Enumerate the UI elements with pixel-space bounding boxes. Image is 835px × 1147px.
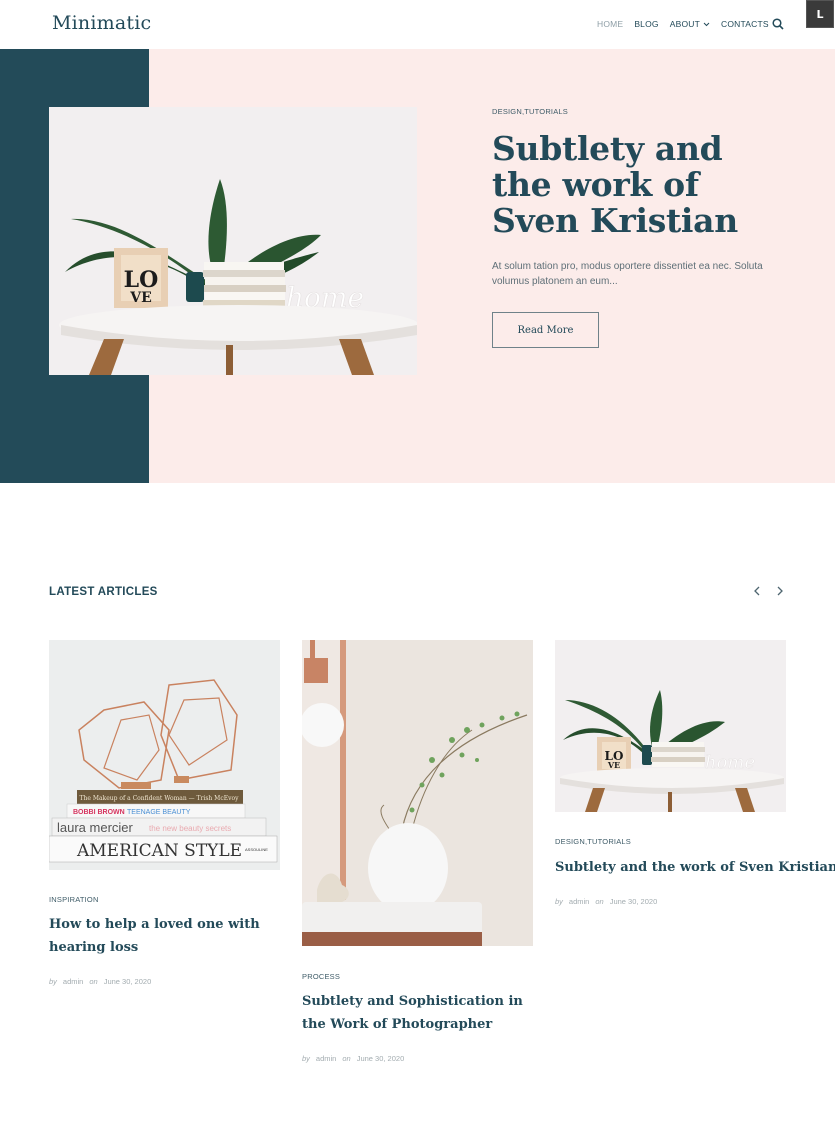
article-image[interactable]: LO VE home: [555, 640, 786, 812]
article-author[interactable]: admin: [63, 977, 83, 986]
article-meta: by admin on June 30, 2020: [302, 1054, 410, 1063]
article-date: June 30, 2020: [609, 897, 658, 906]
meta-on: on: [595, 897, 604, 906]
article-image-illustration: The Makeup of a Confident Woman — Trish …: [49, 640, 280, 870]
article-meta: by admin on June 30, 2020: [555, 897, 663, 906]
search-icon[interactable]: [772, 18, 784, 30]
article-date: June 30, 2020: [356, 1054, 405, 1063]
hero-category[interactable]: DESIGN,TUTORIALS: [492, 107, 568, 116]
nav-item-home[interactable]: HOME: [597, 19, 623, 29]
hero-section: LO VE home DESIGN,TUTORIALS Subtlety and…: [0, 49, 835, 483]
article-title[interactable]: How to help a loved one with hearing los…: [49, 914, 280, 959]
svg-text:VE: VE: [607, 760, 620, 770]
meta-on: on: [342, 1054, 351, 1063]
carousel-next-button[interactable]: [776, 585, 784, 601]
chevron-down-icon: [703, 22, 710, 26]
svg-text:AMERICAN STYLE: AMERICAN STYLE: [76, 841, 242, 861]
meta-by: by: [49, 977, 57, 986]
nav-item-blog[interactable]: BLOG: [634, 19, 658, 29]
svg-text:laura mercier: laura mercier: [57, 820, 134, 835]
svg-text:VE: VE: [129, 290, 152, 306]
site-logo[interactable]: Minimatic: [52, 12, 151, 34]
hero-image[interactable]: LO VE home: [49, 107, 417, 375]
meta-by: by: [555, 897, 563, 906]
chevron-right-icon: [777, 586, 783, 596]
chevron-left-icon: [754, 586, 760, 596]
svg-text:ASSOULINE: ASSOULINE: [245, 847, 268, 852]
svg-text:the new beauty secrets: the new beauty secrets: [149, 824, 231, 833]
svg-text:BOBBI BROWN: BOBBI BROWN: [73, 809, 125, 816]
article-category[interactable]: PROCESS: [302, 972, 340, 981]
svg-text:The Makeup of a Confident Woma: The Makeup of a Confident Woman — Trish …: [80, 795, 240, 802]
latest-articles-title: LATEST ARTICLES: [49, 586, 158, 598]
article-title[interactable]: Subtlety and the work of Sven Kristian: [555, 857, 835, 880]
meta-by: by: [302, 1054, 310, 1063]
hero-image-illustration: LO VE home: [49, 107, 417, 375]
read-more-button[interactable]: Read More: [492, 312, 599, 348]
article-author[interactable]: admin: [316, 1054, 336, 1063]
article-category[interactable]: INSPIRATION: [49, 895, 99, 904]
hero-excerpt: At solum tation pro, modus oportere diss…: [492, 261, 763, 287]
hero-title[interactable]: Subtlety and the work of Sven Kristian: [492, 131, 792, 239]
article-image[interactable]: [302, 640, 533, 946]
article-date: June 30, 2020: [103, 977, 152, 986]
article-image-illustration: LO VE home: [555, 640, 786, 812]
svg-text:TEENAGE BEAUTY: TEENAGE BEAUTY: [127, 809, 191, 816]
article-category[interactable]: DESIGN,TUTORIALS: [555, 837, 631, 846]
carousel-prev-button[interactable]: [753, 585, 761, 601]
article-meta: by admin on June 30, 2020: [49, 977, 157, 986]
main-nav: HOME BLOG ABOUT CONTACTS: [597, 19, 780, 29]
meta-on: on: [89, 977, 98, 986]
article-author[interactable]: admin: [569, 897, 589, 906]
corner-button[interactable]: L: [806, 0, 834, 28]
nav-item-contacts[interactable]: CONTACTS: [721, 19, 769, 29]
article-image-illustration: [302, 640, 533, 946]
site-header: Minimatic HOME BLOG ABOUT CONTACTS L: [0, 0, 835, 49]
nav-item-about-label: ABOUT: [669, 19, 701, 29]
nav-item-about[interactable]: ABOUT: [670, 19, 710, 29]
article-title[interactable]: Subtlety and Sophistication in the Work …: [302, 991, 533, 1036]
article-image[interactable]: The Makeup of a Confident Woman — Trish …: [49, 640, 280, 870]
